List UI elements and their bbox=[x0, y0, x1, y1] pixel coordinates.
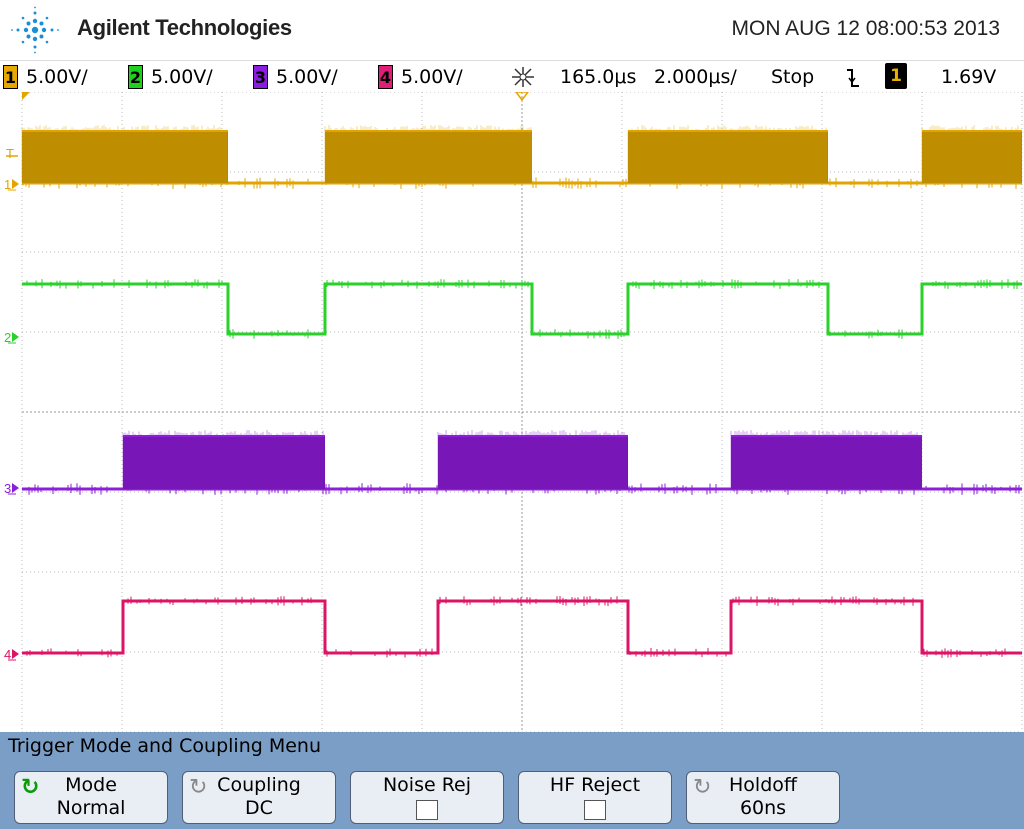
trigger-level-marker: T bbox=[6, 146, 14, 161]
hf-reject-softkey[interactable]: HF Reject bbox=[518, 771, 672, 824]
channel-4-badge: 4 bbox=[378, 65, 393, 89]
noise-rej-softkey[interactable]: Noise Rej bbox=[350, 771, 504, 824]
ch1-ground-marker: 1 bbox=[4, 177, 11, 192]
brand-name: Agilent Technologies bbox=[77, 15, 292, 40]
holdoff-softkey[interactable]: ↻ Holdoff 60ns bbox=[686, 771, 840, 824]
channel-3-scale-value: 5.00V/ bbox=[276, 66, 338, 88]
mode-softkey[interactable]: ↻ Mode Normal bbox=[14, 771, 168, 824]
mode-label: Mode bbox=[65, 774, 117, 796]
status-bar: 1 5.00V/ 2 5.00V/ 3 5.00V/ 4 5.00V/ 165.0μs … bbox=[0, 60, 1024, 94]
agilent-spark-icon bbox=[11, 6, 59, 54]
left-time-marker bbox=[22, 92, 30, 100]
ground-marker-triangle bbox=[12, 649, 19, 659]
channel-1-scale[interactable]: 1 5.00V/ bbox=[3, 65, 88, 89]
coupling-value: DC bbox=[245, 797, 273, 819]
mode-value: Normal bbox=[56, 797, 126, 819]
ch3-ground-marker: 3 bbox=[4, 481, 11, 496]
ground-marker-triangle bbox=[12, 483, 19, 493]
menu-title: Trigger Mode and Coupling Menu bbox=[8, 735, 322, 757]
channel-2-scale[interactable]: 2 5.00V/ bbox=[128, 65, 213, 89]
ground-marker-triangle bbox=[12, 332, 19, 342]
ch2-ground-marker: 2 bbox=[4, 330, 11, 345]
ch4-ground-marker: 4 bbox=[4, 647, 11, 662]
channel-3-scale[interactable]: 3 5.00V/ bbox=[253, 65, 338, 89]
holdoff-value: 60ns bbox=[739, 797, 787, 819]
channel-1-scale-value: 5.00V/ bbox=[26, 66, 88, 88]
header-bar: Agilent Technologies MON AUG 12 08:00:53… bbox=[0, 0, 1024, 60]
trigger-source-badge: 1 bbox=[885, 63, 907, 89]
channel-3-badge: 3 bbox=[253, 65, 268, 89]
coupling-label: Coupling bbox=[217, 774, 301, 796]
channel-2-scale-value: 5.00V/ bbox=[151, 66, 213, 88]
waveform-display[interactable]: T 1 2 3 4 bbox=[0, 91, 1024, 733]
falling-edge-icon bbox=[847, 69, 859, 87]
coupling-softkey[interactable]: ↻ Coupling DC bbox=[182, 771, 336, 824]
trigger-level[interactable]: 1.69V bbox=[941, 65, 996, 89]
noise-rej-checkbox[interactable] bbox=[416, 800, 438, 820]
date-time: MON AUG 12 08:00:53 2013 bbox=[731, 17, 1001, 40]
horizontal-delay[interactable]: 165.0μs bbox=[560, 65, 636, 89]
delay-icon bbox=[512, 67, 534, 87]
graticule bbox=[6, 91, 1023, 733]
channel-2-badge: 2 bbox=[128, 65, 143, 89]
noise-rej-label: Noise Rej bbox=[382, 774, 472, 796]
channel-markers: T 1 2 3 4 bbox=[4, 146, 14, 662]
hf-reject-label: HF Reject bbox=[549, 774, 641, 796]
channel-4-scale-value: 5.00V/ bbox=[401, 66, 463, 88]
run-state[interactable]: Stop bbox=[771, 65, 814, 89]
channel-4-scale[interactable]: 4 5.00V/ bbox=[378, 65, 463, 89]
ground-marker-triangle bbox=[12, 179, 19, 189]
holdoff-label: Holdoff bbox=[729, 774, 797, 796]
channel-1-badge: 1 bbox=[3, 65, 18, 89]
softkey-menu: Trigger Mode and Coupling Menu ↻ Mode No… bbox=[0, 732, 1024, 829]
trigger-source[interactable]: 1 bbox=[885, 63, 907, 89]
trace-burst bbox=[22, 131, 228, 183]
timebase-scale[interactable]: 2.000μs/ bbox=[654, 65, 737, 89]
trace-burst bbox=[438, 436, 628, 489]
waveform-canvas: T 1 2 3 4 bbox=[4, 91, 1023, 733]
hf-reject-checkbox[interactable] bbox=[584, 800, 606, 820]
